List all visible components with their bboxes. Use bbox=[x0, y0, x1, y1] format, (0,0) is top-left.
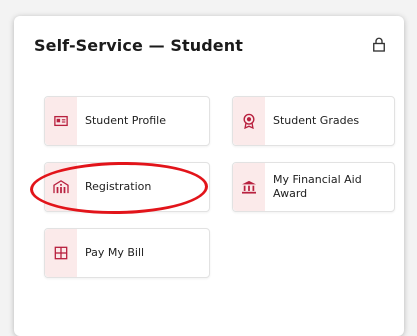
tile-pay-my-bill[interactable]: Pay My Bill bbox=[44, 228, 210, 278]
tile-registration[interactable]: Registration bbox=[44, 162, 210, 212]
award-icon bbox=[243, 113, 255, 129]
page-title: Self-Service — Student bbox=[34, 36, 243, 55]
bill-grid-icon bbox=[54, 246, 68, 260]
tile-label: Registration bbox=[85, 180, 152, 193]
tile-financial-aid[interactable]: My Financial Aid Award bbox=[232, 162, 395, 212]
bank-icon bbox=[242, 180, 256, 194]
tile-label: Student Grades bbox=[273, 114, 360, 127]
building-icon bbox=[53, 180, 69, 194]
tile-student-grades[interactable]: Student Grades bbox=[232, 96, 395, 146]
tile-student-profile[interactable]: Student Profile bbox=[44, 96, 210, 146]
id-card-icon bbox=[54, 115, 68, 127]
tile-label: Student Profile bbox=[85, 114, 167, 127]
self-service-card: Self-Service — Student Student Profile S… bbox=[14, 16, 404, 336]
lock-icon[interactable] bbox=[370, 36, 388, 54]
tile-label: My Financial Aid Award bbox=[273, 173, 362, 200]
tile-label: Pay My Bill bbox=[85, 246, 145, 259]
